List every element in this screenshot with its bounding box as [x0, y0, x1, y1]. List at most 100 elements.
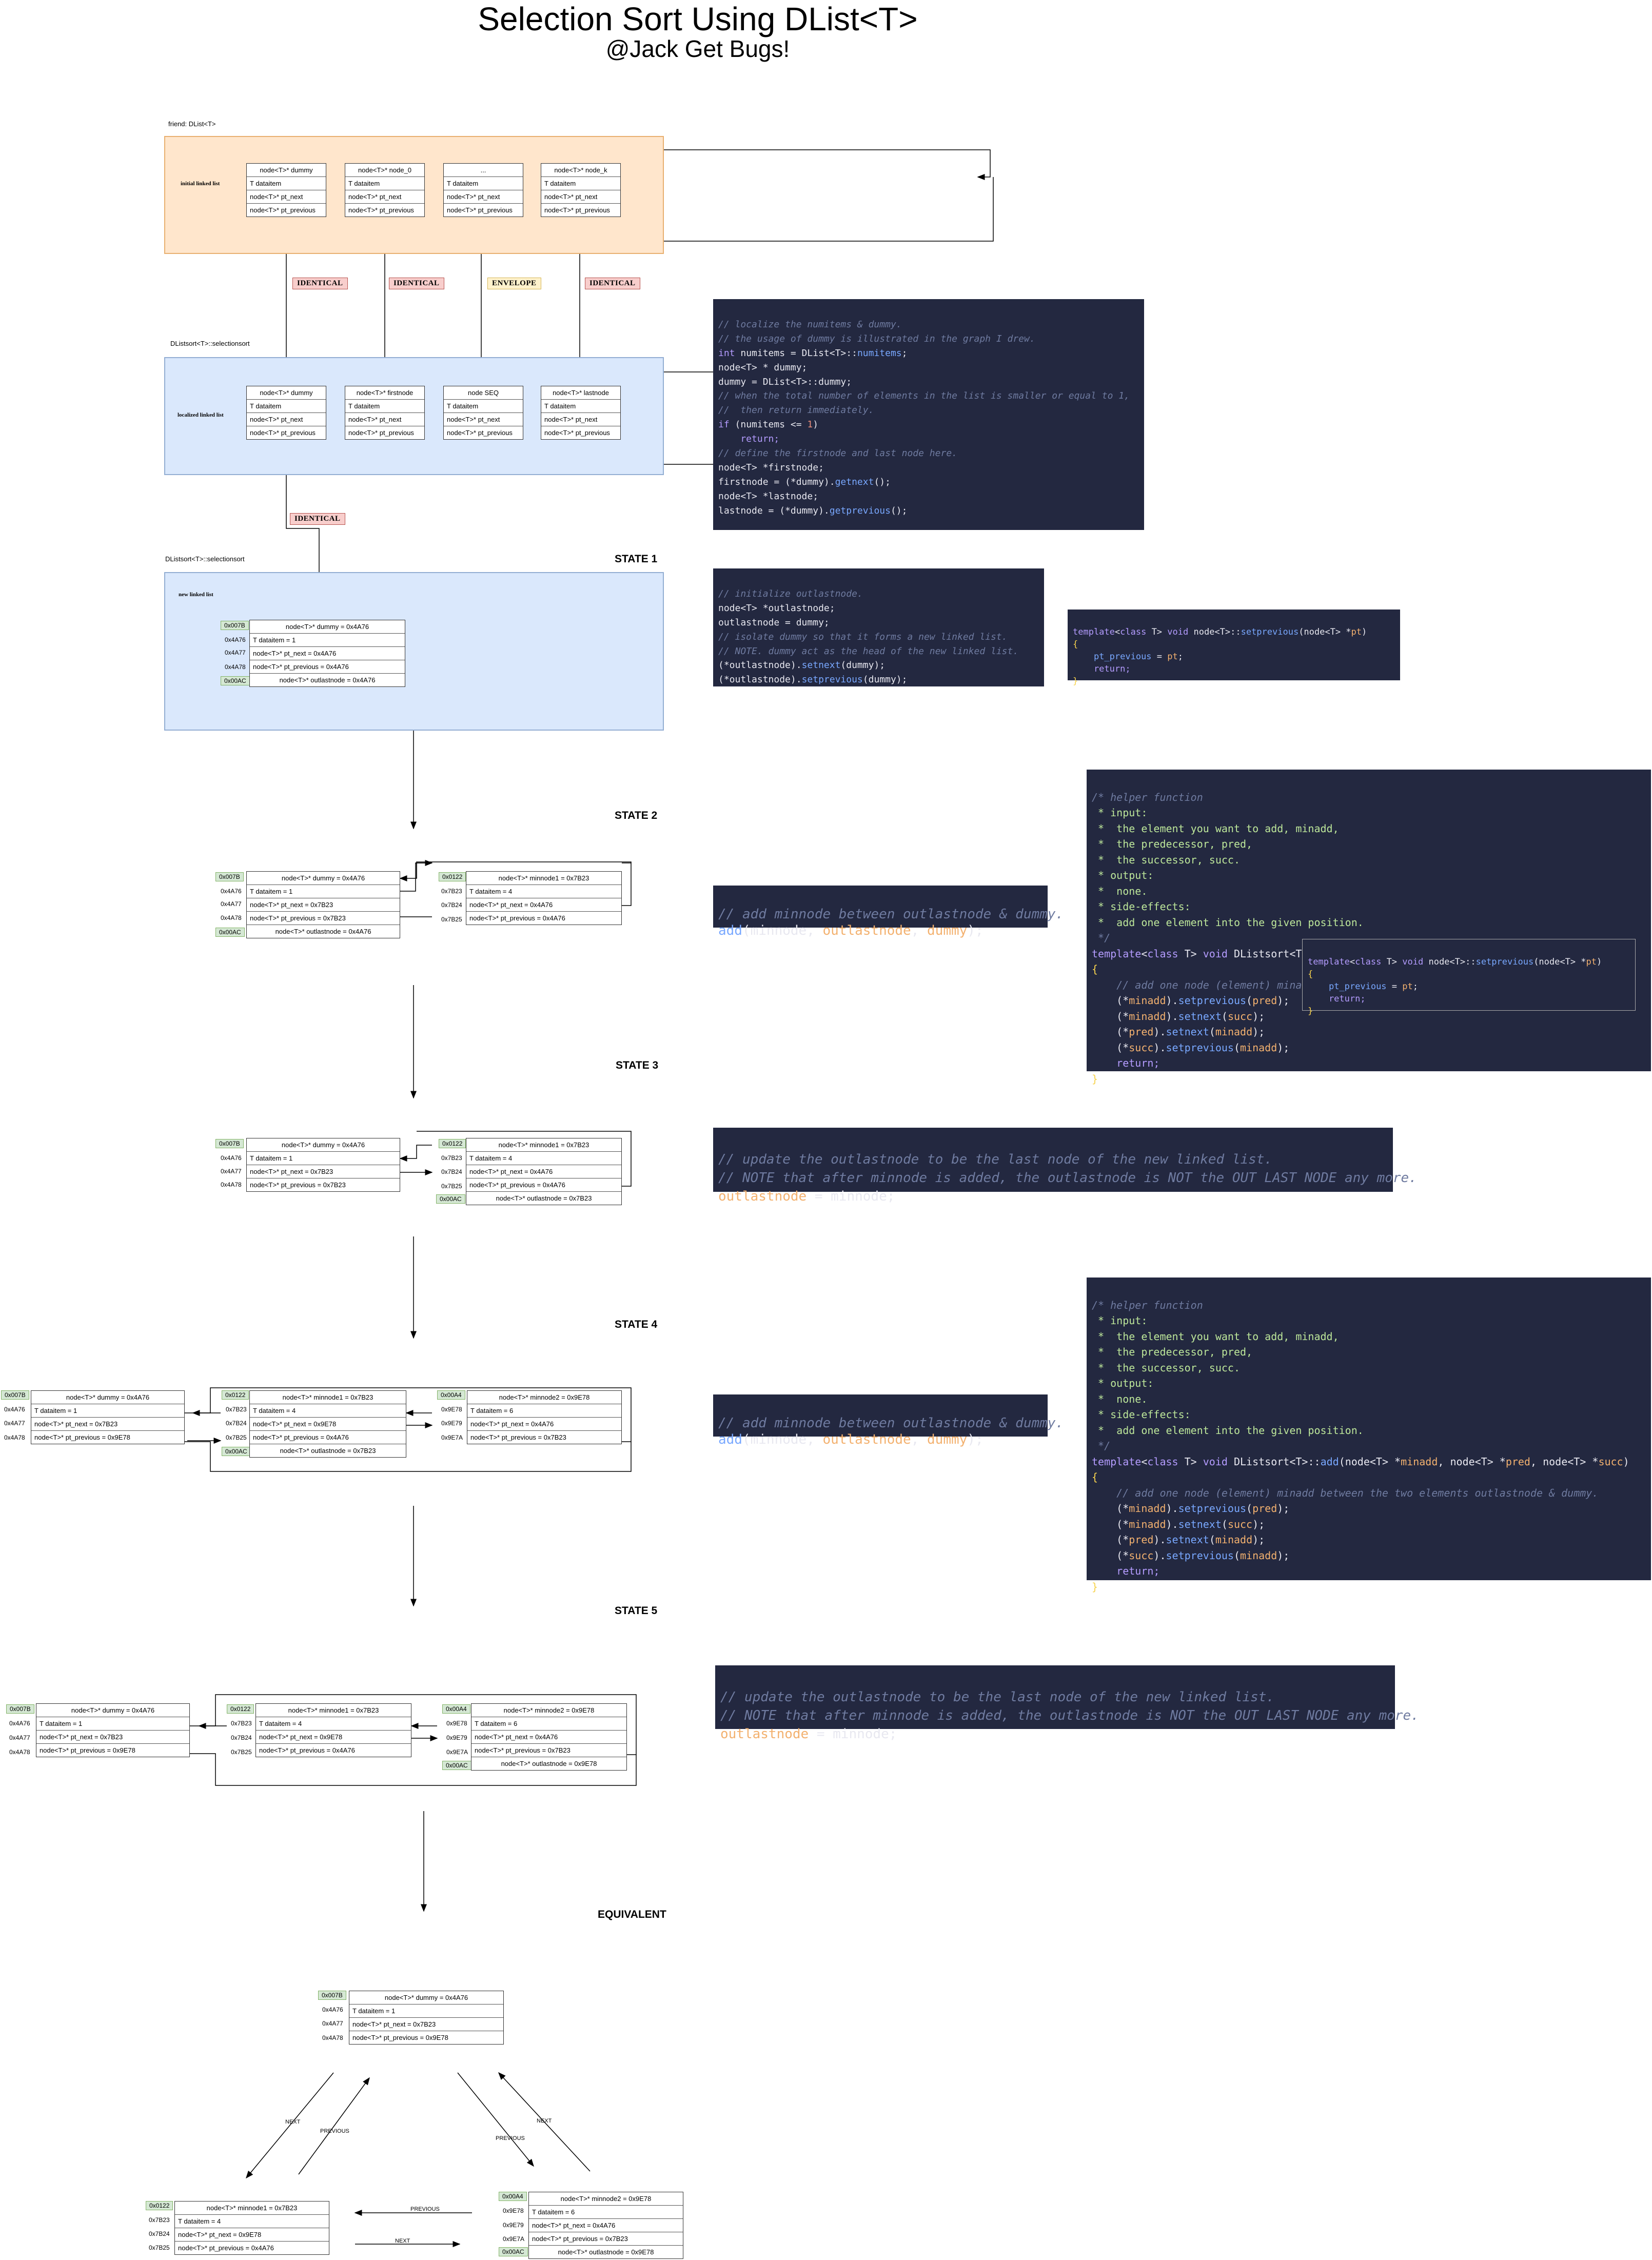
code-line: lastnode = (*dummy).getprevious(); [718, 505, 908, 516]
node-field: node<T>* pt_next [247, 190, 326, 203]
node-field: node<T>* pt_next = 0x4A76 [466, 1165, 621, 1178]
list-node: node SEQ T dataitem node<T>* pt_next nod… [443, 386, 523, 440]
address-label: 0x4A78 [4, 1434, 25, 1441]
address-tag: 0x0122 [146, 2201, 173, 2210]
address-label: 0x4A77 [9, 1734, 30, 1741]
code-line: // add one node (element) minadd between… [1092, 1486, 1599, 1499]
state-label: STATE 1 [615, 553, 658, 565]
node-title: node<T>* node_0 [358, 166, 412, 174]
address-label: 0x7B25 [231, 1748, 252, 1756]
node-field: node<T>* pt_next [345, 412, 424, 426]
code-block-setprevious-inset: template<class T> void node<T>::setprevi… [1302, 939, 1636, 1016]
address-label: 0x4A76 [9, 1720, 30, 1727]
code-block-update-outlast-1: // update the outlastnode to be the last… [713, 1128, 1417, 1204]
code-block-update-outlast-2: // update the outlastnode to be the last… [715, 1665, 1419, 1742]
list-node: node<T>* dummy = 0x4A76 T dataitem = 1 n… [246, 871, 400, 938]
address-tag: 0x00AC [221, 676, 250, 685]
node-field: node<T>* pt_previous [444, 203, 523, 217]
code-line: (*outlastnode).setprevious(dummy); [718, 674, 908, 685]
code-line: * none. [1092, 1392, 1148, 1405]
state-label: STATE 4 [615, 1319, 658, 1330]
code-line: // add minnode between outlastnode & dum… [718, 1416, 1064, 1431]
node-field: T dataitem = 1 [36, 1717, 189, 1730]
address-label: 0x7B23 [231, 1720, 252, 1727]
node-title: node<T>* minnode2 = 0x9E78 [560, 2195, 652, 2203]
code-line: /* helper function [1092, 1299, 1203, 1311]
address-label: 0x7B23 [441, 888, 462, 895]
node-field: node<T>* pt_previous = 0x7B23 [247, 1178, 400, 1191]
address-label: 0x9E7A [503, 2235, 525, 2243]
code-line: template<class T> void node<T>::setprevi… [1308, 957, 1602, 967]
node-field: node<T>* pt_previous = 0x9E78 [36, 1743, 189, 1757]
node-field: T dataitem = 1 [247, 885, 400, 898]
code-block-add-call-2: // add minnode between outlastnode & dum… [713, 1394, 1064, 1447]
address-tag: 0x0122 [439, 872, 466, 881]
node-field: node<T>* pt_previous = 0x4A76 [250, 660, 405, 673]
code-line: { [1092, 1471, 1098, 1483]
node-title: node<T>* dummy [260, 389, 313, 397]
address-tag: 0x007B [215, 872, 244, 881]
node-field: node<T>* pt_next = 0x7B23 [349, 2017, 503, 2031]
code-line: * none. [1092, 885, 1148, 897]
code-line: } [1092, 1072, 1098, 1085]
node-field: node<T>* pt_next = 0x4A76 [466, 898, 621, 911]
node-field: node<T>* pt_next = 0x7B23 [247, 898, 400, 911]
identical-badge: IDENTICAL [585, 278, 640, 289]
node-field: node<T>* pt_previous = 0x7B23 [529, 2232, 683, 2245]
address-tag: 0x00A4 [442, 1704, 470, 1714]
list-node: node<T>* minnode2 = 0x9E78 T dataitem = … [528, 2192, 683, 2259]
address-label: 0x4A78 [9, 1748, 30, 1756]
address-label: 0x7B24 [226, 1420, 247, 1427]
panel-side-label: new linked list [179, 592, 213, 598]
address-label: 0x4A78 [221, 914, 242, 921]
list-node: node<T>* node_k T dataitem node<T>* pt_n… [541, 163, 621, 217]
code-line: outlastnode = minnode; [718, 1189, 895, 1204]
code-line: // then return immediately. [718, 405, 874, 416]
code-line: * the element you want to add, minadd, [1092, 1330, 1339, 1343]
code-line: * output: [1092, 869, 1154, 881]
node-field: node<T>* pt_previous = 0x4A76 [175, 2241, 329, 2254]
node-field: node<T>* pt_next = 0x9E78 [256, 1730, 411, 1743]
code-line: // the usage of dummy is illustrated in … [718, 333, 1035, 344]
list-node: node<T>* minnode2 = 0x9E78 T dataitem = … [471, 1703, 627, 1771]
address-tag: 0x007B [318, 1991, 346, 2000]
node-field: node<T>* pt_previous = 0x7B23 [247, 911, 400, 925]
address-label: 0x9E78 [503, 2207, 524, 2214]
code-line: /* helper function [1092, 791, 1203, 803]
list-node: node<T>* lastnode T dataitem node<T>* pt… [541, 386, 621, 440]
code-line: { [1073, 639, 1078, 650]
address-tag: 0x00AC [499, 2247, 528, 2256]
address-label: 0x9E79 [441, 1420, 462, 1427]
address-tag: 0x00AC [442, 1761, 471, 1770]
list-node: node<T>* dummy = 0x4A76 T dataitem = 1 n… [349, 1991, 504, 2045]
code-line: // when the total number of elements in … [718, 390, 1130, 402]
node-field: node<T>* pt_previous [345, 426, 424, 439]
panel-side-label: initial linked list [181, 181, 220, 187]
address-label: 0x7B24 [441, 1168, 462, 1175]
code-line: // NOTE that after minnode is added, the… [718, 1170, 1417, 1186]
node-field: T dataitem = 1 [31, 1404, 184, 1417]
state-label: STATE 2 [615, 810, 658, 821]
code-line: * add one element into the given positio… [1092, 916, 1364, 929]
node-field: T dataitem [444, 176, 523, 190]
code-line: * add one element into the given positio… [1092, 1424, 1364, 1437]
node-field: T dataitem = 6 [467, 1404, 621, 1417]
list-node: node<T>* dummy T dataitem node<T>* pt_ne… [246, 386, 326, 440]
node-field: T dataitem = 4 [256, 1717, 411, 1730]
node-title: node<T>* minnode1 = 0x7B23 [206, 2204, 298, 2212]
node-field: node<T>* pt_next [541, 412, 620, 426]
list-node: node<T>* dummy = 0x4A76 T dataitem = 1 n… [249, 620, 405, 687]
code-line: (*minadd).setprevious(pred); [1092, 1502, 1290, 1515]
address-tag: 0x007B [215, 1139, 244, 1148]
node-title: node<T>* firstnode [356, 389, 414, 397]
node-field: T dataitem = 1 [247, 1151, 400, 1165]
code-line: return; [1073, 664, 1131, 674]
code-block-localize: // localize the numitems & dummy. // the … [713, 299, 1144, 530]
node-title: node<T>* minnode1 = 0x7B23 [498, 874, 589, 882]
state-label: STATE 5 [615, 1605, 658, 1617]
code-line: { [1308, 969, 1313, 979]
node-field: node<T>* pt_next = 0x7B23 [36, 1730, 189, 1743]
code-line: // isolate dummy so that it forms a new … [718, 631, 1008, 642]
address-tag: 0x007B [6, 1704, 34, 1714]
code-line: // NOTE that after minnode is added, the… [720, 1708, 1419, 1723]
